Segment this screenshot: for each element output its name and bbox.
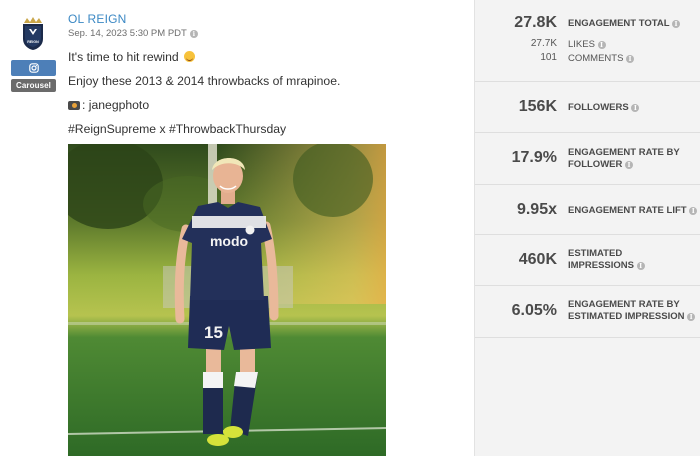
metric-engagement-rate-by-impression: 6.05% ENGAGEMENT RATE BY ESTIMATED IMPRE…	[475, 286, 700, 338]
metric-value: 156K	[518, 98, 557, 115]
info-icon[interactable]: i	[671, 20, 680, 28]
info-icon[interactable]: i	[631, 104, 640, 112]
metric-value: 17.9%	[511, 149, 557, 166]
metric-label-line-2: FOLLOWER i	[568, 159, 680, 171]
instagram-icon	[28, 63, 39, 73]
info-icon[interactable]: i	[189, 29, 198, 38]
metrics-panel: 27.8K ENGAGEMENT TOTAL i 27.7K LIKES i 1…	[474, 0, 700, 456]
post-left-rail: REIGN Carousel	[0, 0, 62, 456]
metric-label-line: ENGAGEMENT RATE BY	[568, 299, 680, 310]
metric-value: 460K	[518, 251, 557, 268]
post-author-link[interactable]: OL REIGN	[68, 12, 127, 26]
jersey-number: 15	[204, 323, 223, 342]
instagram-badge[interactable]	[11, 60, 56, 76]
caption-text: It's time to hit rewind	[68, 50, 179, 64]
metric-value: 27.8K	[514, 14, 557, 31]
metric-label: ENGAGEMENT RATE LIFT i	[568, 205, 698, 217]
metric-label-line-2: IMPRESSIONS i	[568, 260, 645, 272]
info-icon[interactable]: i	[689, 207, 698, 215]
metric-label: ENGAGEMENT TOTAL i	[568, 18, 680, 30]
metric-engagement-rate-by-follower: 17.9% ENGAGEMENT RATE BY FOLLOWER i	[475, 133, 700, 185]
info-icon[interactable]: i	[636, 262, 645, 270]
post-content: OL REIGN Sep. 14, 2023 5:30 PM PDT i It'…	[68, 0, 458, 456]
info-icon[interactable]: i	[625, 161, 633, 169]
metric-label: ENGAGEMENT RATE BY ESTIMATED IMPRESSION …	[568, 299, 696, 323]
comments-label-text: COMMENTS	[568, 53, 624, 64]
metric-label: ENGAGEMENT RATE BY FOLLOWER i	[568, 147, 680, 171]
caption-line: It's time to hit rewind	[68, 50, 196, 64]
carousel-badge: Carousel	[11, 79, 56, 92]
metric-label-text: ESTIMATED IMPRESSION	[568, 311, 685, 322]
timestamp-text: Sep. 14, 2023 5:30 PM PDT	[68, 28, 187, 39]
avatar-text: REIGN	[27, 40, 39, 44]
metric-label-text: FOLLOWER	[568, 159, 623, 170]
metric-followers: 156K FOLLOWERS i	[475, 82, 700, 133]
post-timestamp: Sep. 14, 2023 5:30 PM PDT i	[68, 28, 198, 39]
metric-label-text: ENGAGEMENT RATE LIFT	[568, 205, 687, 216]
caption-line: : janegphoto	[68, 98, 149, 112]
ol-reign-logo: REIGN	[23, 17, 43, 50]
caption-line: Enjoy these 2013 & 2014 throwbacks of mr…	[68, 74, 341, 88]
metric-value: 6.05%	[511, 302, 557, 319]
metric-label-text: IMPRESSIONS	[568, 260, 634, 271]
photo-credit-separator: :	[82, 98, 89, 112]
metric-value: 9.95x	[516, 201, 557, 218]
metric-label-text: FOLLOWERS	[568, 102, 629, 113]
metric-engagement-total: 27.8K ENGAGEMENT TOTAL i 27.7K LIKES i 1…	[475, 0, 700, 82]
likes-value: 27.7K	[530, 38, 557, 49]
metric-label: FOLLOWERS i	[568, 102, 640, 114]
post-photo[interactable]: 15 modo	[68, 144, 386, 456]
metric-engagement-rate-lift: 9.95x ENGAGEMENT RATE LIFT i	[475, 185, 700, 235]
jersey-sponsor: modo	[210, 233, 248, 249]
metric-label-text: ENGAGEMENT TOTAL	[568, 18, 670, 29]
likes-label-text: LIKES	[568, 39, 595, 50]
metric-label-line: ESTIMATED	[568, 248, 623, 259]
metric-label: ESTIMATED IMPRESSIONS i	[568, 248, 645, 272]
camera-emoji-icon	[68, 101, 80, 110]
metric-label-line: ENGAGEMENT RATE BY	[568, 147, 680, 158]
info-icon[interactable]: i	[687, 313, 696, 321]
smiling-emoji-icon	[184, 51, 196, 62]
hashtags: #ReignSupreme x #ThrowbackThursday	[68, 122, 287, 136]
metric-estimated-impressions: 460K ESTIMATED IMPRESSIONS i	[475, 235, 700, 286]
metric-label-line-2: ESTIMATED IMPRESSION i	[568, 311, 696, 323]
info-icon[interactable]: i	[626, 55, 635, 63]
comments-value: 101	[540, 52, 557, 63]
photo-credit: janegphoto	[88, 98, 150, 112]
comments-label: COMMENTS i	[568, 53, 635, 64]
likes-label: LIKES i	[568, 39, 606, 50]
info-icon[interactable]: i	[597, 41, 606, 49]
